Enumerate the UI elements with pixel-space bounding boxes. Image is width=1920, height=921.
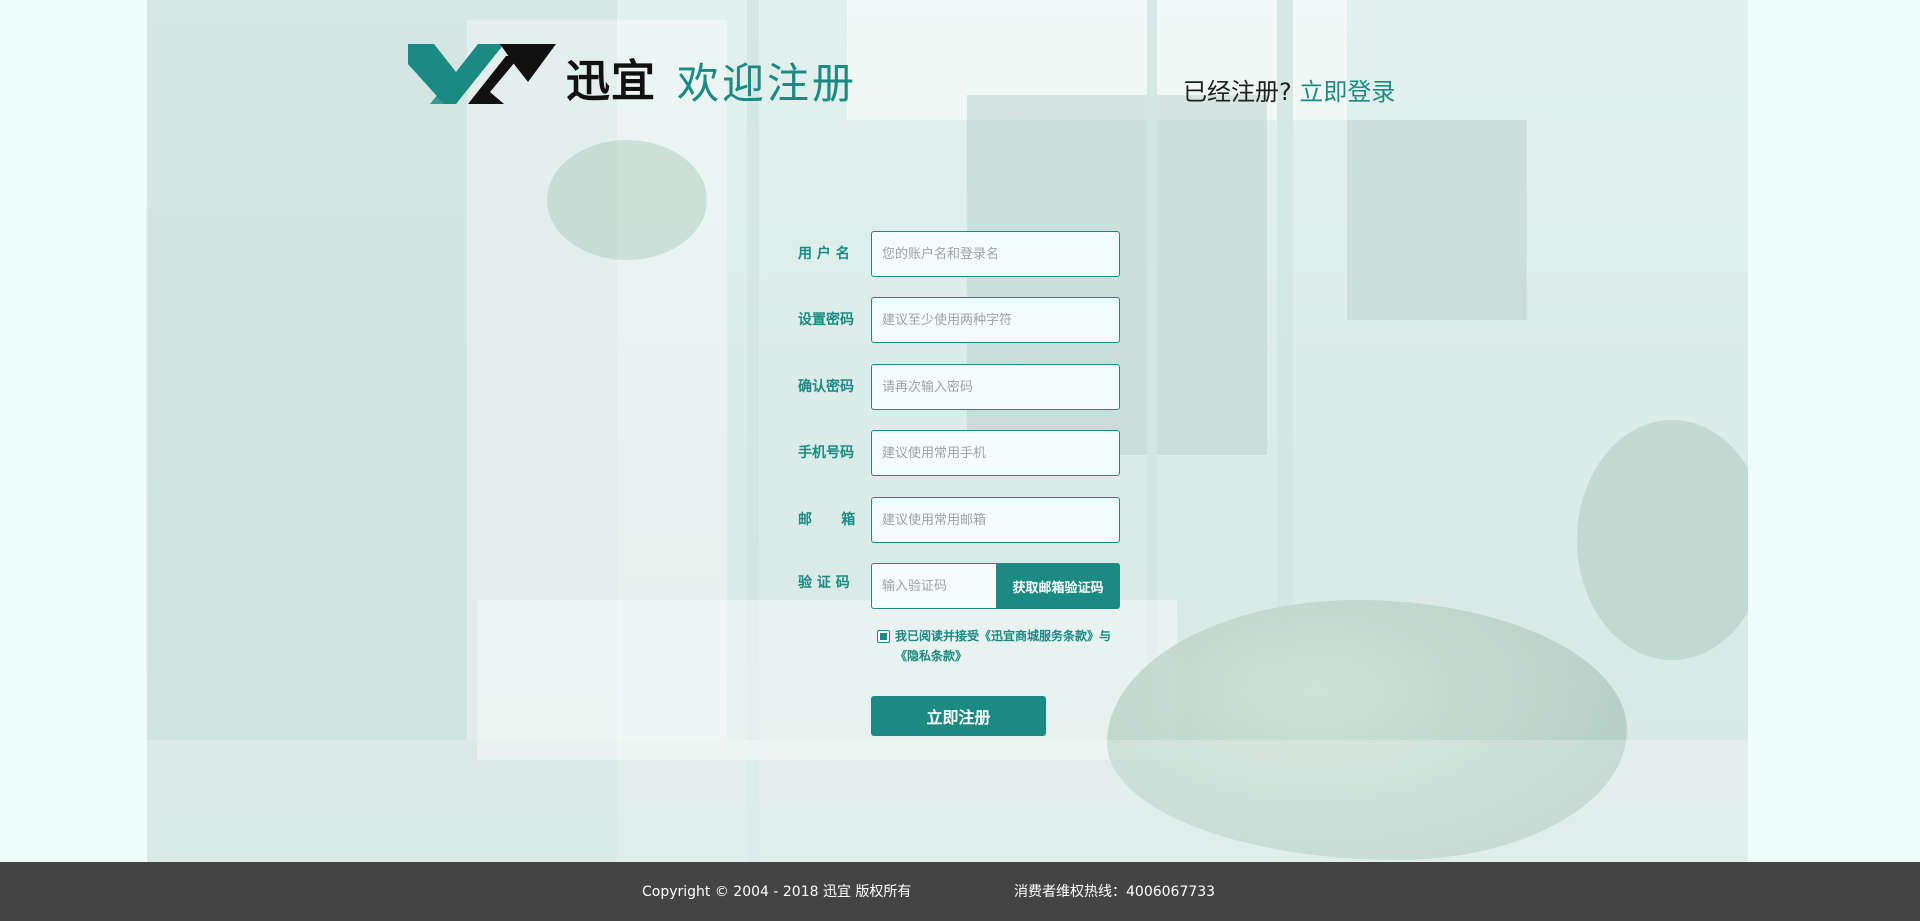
login-prompt: 已经注册? 立即登录 [1183,75,1395,109]
confirm-password-input[interactable] [871,364,1120,410]
phone-label: 手机号码 [798,445,854,461]
agree-checkbox-icon[interactable] [877,630,890,643]
verification-code-row: 验 证 码 获取邮箱验证码 [798,563,1120,609]
login-link[interactable]: 立即登录 [1299,78,1395,106]
username-input[interactable] [871,231,1120,277]
email-label: 邮 箱 [798,512,856,528]
hotline-text: 消费者维权热线：4006067733 [1014,884,1216,900]
footer: Copyright © 2004 - 2018 迅宜 版权所有 消费者维权热线：… [0,862,1920,921]
password-input[interactable] [871,297,1120,343]
phone-input[interactable] [871,430,1120,476]
email-input[interactable] [871,497,1120,543]
copyright-text: Copyright © 2004 - 2018 迅宜 版权所有 [642,884,912,900]
agreement: 我已阅读并接受《迅宜商城服务条款》与《隐私条款》 [877,626,1117,666]
get-email-code-button[interactable]: 获取邮箱验证码 [996,563,1120,609]
register-button[interactable]: 立即注册 [871,696,1046,736]
email-row: 邮 箱 [798,497,1120,543]
password-label: 设置密码 [798,312,854,328]
page-title: 欢迎注册 [677,59,858,108]
confirm-password-row: 确认密码 [798,364,1120,410]
brand-name: 迅宜 [566,56,656,107]
agreement-text[interactable]: 我已阅读并接受《迅宜商城服务条款》与《隐私条款》 [877,626,1117,666]
verification-code-input[interactable] [871,563,997,609]
verification-code-label: 验 证 码 [798,575,850,591]
username-row: 用 户 名 [798,231,1120,277]
phone-row: 手机号码 [798,430,1120,476]
username-label: 用 户 名 [798,246,850,262]
password-row: 设置密码 [798,297,1120,343]
confirm-password-label: 确认密码 [798,379,854,395]
login-prompt-text: 已经注册? [1183,78,1292,106]
